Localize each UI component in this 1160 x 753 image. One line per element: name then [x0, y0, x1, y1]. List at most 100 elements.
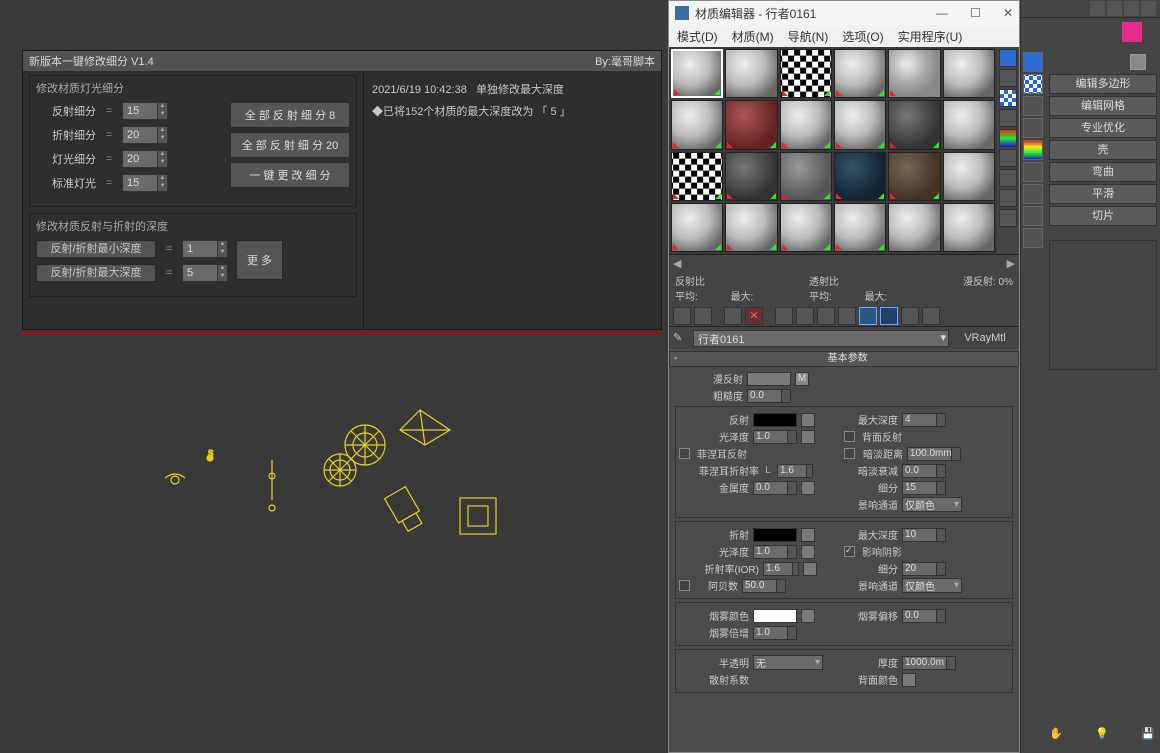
fog-mult-spinner[interactable]: [753, 626, 797, 640]
material-swatch[interactable]: [943, 203, 995, 252]
sample-type-icon[interactable]: [999, 49, 1017, 67]
make-unique-icon[interactable]: [796, 307, 814, 325]
light-subdiv-spinner[interactable]: ▲▼: [122, 150, 168, 168]
fog-color[interactable]: [753, 609, 797, 623]
thickness-spinner[interactable]: [902, 656, 956, 670]
reflect-map[interactable]: [801, 413, 815, 427]
go-forward-icon[interactable]: [922, 307, 940, 325]
tool-icon[interactable]: [1023, 162, 1043, 182]
min-depth-spinner[interactable]: ▲▼: [182, 240, 228, 258]
diffuse-color[interactable]: [747, 372, 791, 386]
reflect-maxdepth-spinner[interactable]: [902, 413, 946, 427]
background-icon[interactable]: [999, 89, 1017, 107]
material-swatch[interactable]: [888, 203, 940, 252]
put-to-scene-icon[interactable]: [694, 307, 712, 325]
select-by-mtl-icon[interactable]: [999, 189, 1017, 207]
modifier-button[interactable]: 弯曲: [1049, 162, 1157, 182]
tool-icon[interactable]: [1124, 1, 1139, 16]
tool-icon[interactable]: [1107, 1, 1122, 16]
menu-item[interactable]: 模式(D): [677, 28, 718, 45]
uv-tile-icon[interactable]: [999, 109, 1017, 127]
fresnel-checkbox[interactable]: [679, 448, 690, 459]
material-swatch[interactable]: [943, 152, 995, 201]
stdlight-spinner[interactable]: ▲▼: [122, 174, 168, 192]
checker-icon[interactable]: [1023, 74, 1043, 94]
abbe-spinner[interactable]: [742, 579, 786, 593]
tool-icon[interactable]: [1090, 1, 1105, 16]
modifier-button[interactable]: 壳: [1049, 140, 1157, 160]
material-swatch[interactable]: [943, 100, 995, 149]
video-check-icon[interactable]: [999, 129, 1017, 147]
material-swatch[interactable]: [725, 49, 777, 98]
material-swatch[interactable]: [671, 49, 723, 98]
material-swatch[interactable]: [943, 49, 995, 98]
reflect-gloss-spinner[interactable]: [753, 430, 797, 444]
modifier-button[interactable]: 编辑网格: [1049, 96, 1157, 116]
refract-subdiv-spinner[interactable]: ▲▼: [122, 126, 168, 144]
material-name-field[interactable]: 行者0161▾: [693, 330, 949, 347]
tool-icon[interactable]: [1023, 228, 1043, 248]
material-swatch[interactable]: [671, 152, 723, 201]
metalness-spinner[interactable]: [753, 481, 797, 495]
sphere-icon[interactable]: [1023, 52, 1043, 72]
menu-item[interactable]: 材质(M): [732, 28, 774, 45]
options-icon[interactable]: [999, 169, 1017, 187]
material-swatch[interactable]: [780, 49, 832, 98]
hand-icon[interactable]: ✋: [1049, 727, 1065, 743]
mtl-map-nav-icon[interactable]: [999, 209, 1017, 227]
refract-maxdepth-spinner[interactable]: [902, 528, 946, 542]
rollout-header[interactable]: -基本参数: [669, 351, 1019, 367]
dimdecay-spinner[interactable]: [902, 464, 946, 478]
viewport-scene[interactable]: S: [140, 390, 540, 570]
tool-icon[interactable]: [1141, 1, 1156, 16]
material-swatch[interactable]: [725, 152, 777, 201]
refract-color[interactable]: [753, 528, 797, 542]
minimize-icon[interactable]: —: [936, 6, 948, 20]
tool-icon[interactable]: [1023, 118, 1043, 138]
make-copy-icon[interactable]: [775, 307, 793, 325]
tool-icon[interactable]: [1023, 96, 1043, 116]
backlight-icon[interactable]: [999, 69, 1017, 87]
preview-icon[interactable]: [999, 149, 1017, 167]
dropdown-arrow-icon[interactable]: [1130, 54, 1146, 70]
maximize-icon[interactable]: ☐: [970, 6, 981, 20]
affect-shadow-checkbox[interactable]: [844, 546, 855, 557]
material-swatch[interactable]: [725, 100, 777, 149]
material-type-button[interactable]: VRayMtl: [955, 332, 1015, 344]
ior-spinner[interactable]: [763, 562, 799, 576]
abbe-checkbox[interactable]: [679, 580, 690, 591]
mtl-id-icon[interactable]: [838, 307, 856, 325]
max-depth-spinner[interactable]: ▲▼: [182, 264, 228, 282]
material-swatch[interactable]: [671, 100, 723, 149]
rgb-icon[interactable]: [1023, 140, 1043, 160]
refract-affect-dropdown[interactable]: 仅颜色: [902, 578, 962, 593]
menu-item[interactable]: 选项(O): [842, 28, 883, 45]
assign-icon[interactable]: [724, 307, 742, 325]
reflect-affect-dropdown[interactable]: 仅颜色: [902, 497, 962, 512]
more-button[interactable]: 更 多: [236, 240, 283, 280]
material-swatch[interactable]: [834, 152, 886, 201]
pick-material-icon[interactable]: ✎: [673, 331, 687, 345]
get-material-icon[interactable]: [673, 307, 691, 325]
material-swatch[interactable]: [834, 100, 886, 149]
modifier-button[interactable]: 专业优化: [1049, 118, 1157, 138]
refract-gloss-spinner[interactable]: [753, 545, 797, 559]
fog-bias-spinner[interactable]: [902, 609, 946, 623]
put-to-lib-icon[interactable]: [817, 307, 835, 325]
all-reflect-20-button[interactable]: 全 部 反 射 细 分 20: [230, 132, 350, 158]
trans-type-dropdown[interactable]: 无: [753, 655, 823, 670]
sample-scroll[interactable]: ◀▶: [669, 255, 1019, 271]
modifier-button[interactable]: 编辑多边形: [1049, 74, 1157, 94]
fresnel-ior-spinner[interactable]: [777, 464, 813, 478]
save-icon[interactable]: 💾: [1141, 727, 1157, 743]
backface-checkbox[interactable]: [844, 431, 855, 442]
menu-item[interactable]: 导航(N): [788, 28, 829, 45]
material-swatch[interactable]: [780, 203, 832, 252]
all-reflect-8-button[interactable]: 全 部 反 射 细 分 8: [230, 102, 350, 128]
material-swatch[interactable]: [780, 100, 832, 149]
refract-subdiv-spinner[interactable]: [902, 562, 946, 576]
reset-icon[interactable]: ✕: [745, 307, 763, 325]
window-titlebar[interactable]: 材质编辑器 - 行者0161 — ☐ ✕: [669, 1, 1019, 25]
menu-item[interactable]: 实用程序(U): [898, 28, 963, 45]
material-swatch[interactable]: [834, 203, 886, 252]
